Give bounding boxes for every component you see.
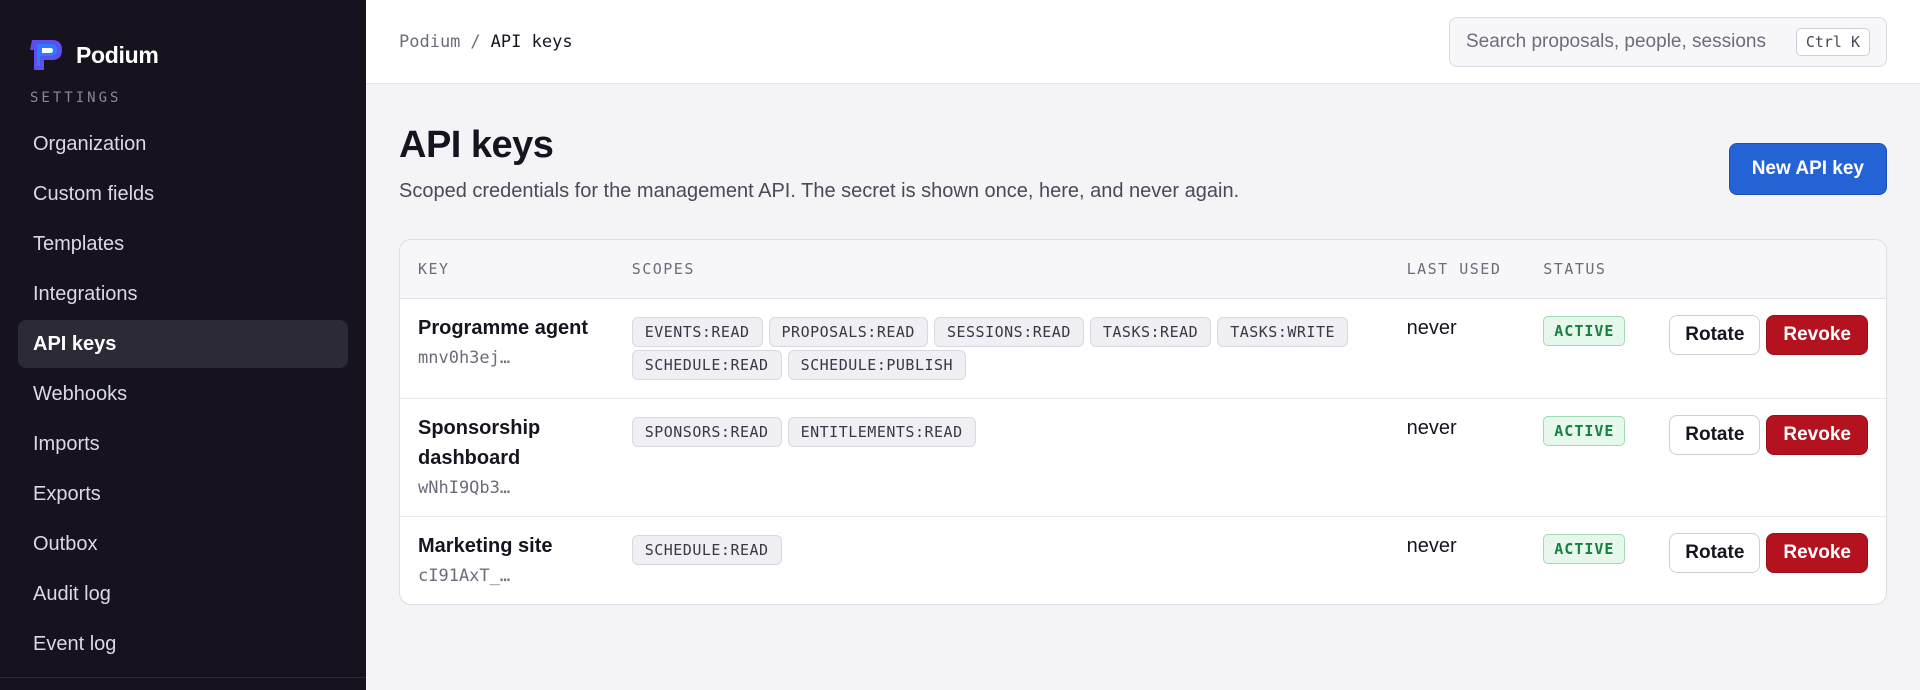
scope-list: SCHEDULE:READ [631, 531, 1371, 565]
actions-cell: Rotate Revoke [1651, 516, 1886, 604]
key-name: Sponsorship dashboard [418, 416, 541, 469]
sidebar-item-organization[interactable]: Organization [18, 120, 348, 168]
sidebar-item-event-log[interactable]: Event log [18, 620, 348, 668]
status-cell: ACTIVE [1525, 298, 1652, 399]
sidebar: Podium SETTINGS Organization Custom field… [0, 0, 366, 690]
new-api-key-button[interactable]: New API key [1728, 143, 1887, 195]
brand[interactable]: Podium [0, 0, 366, 84]
last-used-value: never [1406, 316, 1457, 339]
sidebar-item-webhooks[interactable]: Webhooks [18, 370, 348, 418]
sidebar-item-audit-log[interactable]: Audit log [18, 570, 348, 618]
scope-chip: ENTITLEMENTS:READ [787, 416, 976, 447]
scope-chip: TASKS:READ [1089, 316, 1212, 347]
status-cell: ACTIVE [1525, 516, 1651, 604]
status-badge: ACTIVE [1543, 415, 1626, 446]
rotate-button[interactable]: Rotate [1669, 414, 1761, 455]
content: API keys Scoped credentials for the mana… [366, 84, 1920, 605]
key-name: Marketing site [418, 534, 553, 557]
table-row: Programme agent mnv0h3ej… EVENTS:READ PRO… [400, 298, 1886, 399]
api-keys-table: KEY SCOPES LAST USED STATUS Programme ag… [399, 239, 1887, 605]
last-used-cell: never [1388, 398, 1526, 517]
key-cell: Sponsorship dashboard wNhI9Qb3… [400, 398, 614, 517]
scope-chip: SCHEDULE:READ [631, 349, 782, 380]
revoke-button[interactable]: Revoke [1766, 414, 1868, 455]
row-actions: Rotate Revoke [1669, 531, 1868, 573]
page-title: API keys [399, 124, 554, 166]
status-cell: ACTIVE [1525, 398, 1652, 517]
breadcrumb-root[interactable]: Podium [399, 32, 460, 52]
breadcrumb-current: API keys [490, 31, 573, 52]
scope-chip: SPONSORS:READ [631, 416, 782, 447]
scope-chip: SCHEDULE:READ [631, 534, 782, 565]
main: Podium / API keys Search proposals, peop… [366, 0, 1920, 690]
actions-cell: Rotate Revoke [1651, 298, 1886, 399]
actions-cell: Rotate Revoke [1651, 398, 1886, 517]
column-header-last-used: LAST USED [1388, 240, 1526, 299]
row-actions: Rotate Revoke [1669, 413, 1868, 455]
rotate-button[interactable]: Rotate [1669, 532, 1761, 573]
sidebar-nav: Organization Custom fields Templates Integr… [0, 120, 366, 668]
key-prefix: cI91AxT_… [418, 565, 511, 586]
key-name: Programme agent [418, 316, 589, 339]
sidebar-item-outbox[interactable]: Outbox [18, 520, 348, 568]
scopes-cell: EVENTS:READ PROPOSALS:READ SESSIONS:READ TA… [613, 298, 1389, 399]
scopes-cell: SPONSORS:READ ENTITLEMENTS:READ [613, 398, 1389, 517]
revoke-button[interactable]: Revoke [1766, 532, 1868, 573]
scope-chip: SESSIONS:READ [933, 316, 1084, 347]
sidebar-item-templates[interactable]: Templates [18, 220, 348, 268]
status-badge: ACTIVE [1543, 533, 1626, 564]
sidebar-item-imports[interactable]: Imports [18, 420, 348, 468]
breadcrumb: Podium / API keys [399, 32, 573, 52]
rotate-button[interactable]: Rotate [1669, 314, 1761, 355]
last-used-cell: never [1389, 516, 1526, 604]
sidebar-item-integrations[interactable]: Integrations [18, 270, 348, 318]
topbar: Podium / API keys Search proposals, peop… [366, 0, 1920, 84]
scope-chip: EVENTS:READ [631, 316, 763, 347]
key-prefix: mnv0h3ej… [418, 347, 511, 368]
sidebar-section-label: SETTINGS [30, 90, 122, 106]
search-input[interactable]: Search proposals, people, sessions Ctrl … [1449, 16, 1887, 67]
podium-logo-icon [26, 36, 66, 74]
sidebar-item-exports[interactable]: Exports [18, 470, 348, 518]
brand-name: Podium [76, 41, 159, 68]
status-badge: ACTIVE [1543, 315, 1626, 346]
scope-chip: TASKS:WRITE [1217, 316, 1349, 347]
search-shortcut-hint: Ctrl K [1795, 27, 1870, 56]
column-header-status: STATUS [1525, 240, 1652, 299]
column-header-actions [1651, 240, 1886, 299]
revoke-button[interactable]: Revoke [1766, 314, 1868, 355]
column-header-scopes: SCOPES [613, 240, 1389, 299]
scope-chip: SCHEDULE:PUBLISH [787, 349, 967, 380]
sidebar-divider [0, 677, 366, 678]
last-used-value: never [1406, 416, 1457, 439]
page-header: API keys Scoped credentials for the mana… [399, 84, 1887, 207]
sidebar-item-api-keys[interactable]: API keys [18, 320, 348, 368]
table-row: Marketing site cI91AxT_… SCHEDULE:READ n… [400, 516, 1886, 604]
key-prefix: wNhI9Qb3… [418, 477, 511, 498]
column-header-key: KEY [400, 240, 614, 299]
page-description: Scoped credentials for the management AP… [399, 180, 1240, 202]
key-cell: Programme agent mnv0h3ej… [400, 298, 614, 399]
scope-list: EVENTS:READ PROPOSALS:READ SESSIONS:READ TA… [631, 313, 1371, 380]
search-placeholder: Search proposals, people, sessions [1466, 30, 1766, 52]
key-cell: Marketing site cI91AxT_… [400, 516, 614, 604]
table-header-row: KEY SCOPES LAST USED STATUS [400, 240, 1886, 299]
scope-chip: PROPOSALS:READ [768, 316, 928, 347]
sidebar-item-custom-fields[interactable]: Custom fields [18, 170, 348, 218]
table-row: Sponsorship dashboard wNhI9Qb3… SPONSORS… [400, 398, 1886, 517]
last-used-value: never [1406, 534, 1457, 557]
last-used-cell: never [1388, 298, 1526, 399]
row-actions: Rotate Revoke [1669, 313, 1868, 355]
scopes-cell: SCHEDULE:READ [614, 516, 1389, 604]
scope-list: SPONSORS:READ ENTITLEMENTS:READ [631, 413, 1371, 447]
breadcrumb-separator: / [470, 31, 481, 52]
